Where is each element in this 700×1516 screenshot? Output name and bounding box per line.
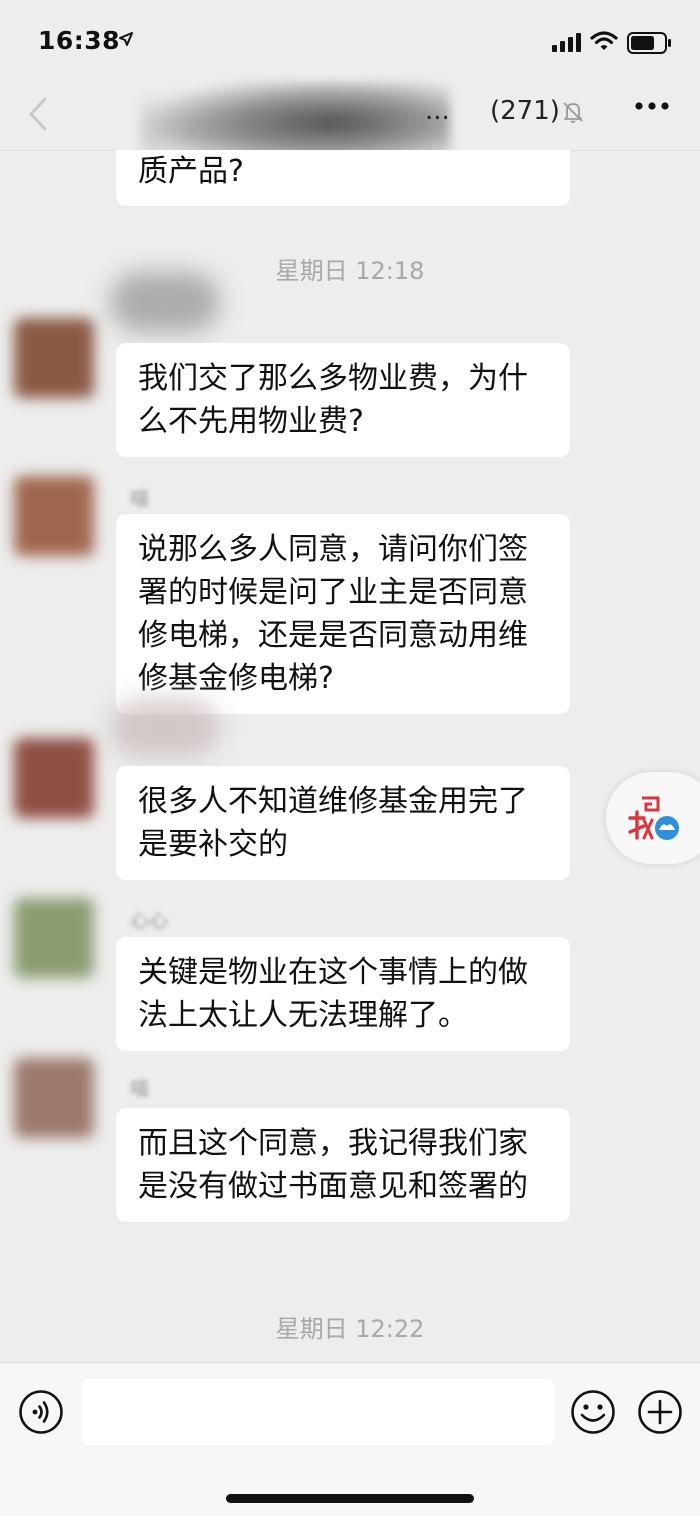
floating-mini-program-bubble[interactable] — [606, 772, 700, 864]
avatar[interactable] — [14, 1058, 94, 1138]
avatar[interactable] — [14, 898, 94, 978]
mini-program-logo-icon — [628, 796, 679, 840]
voice-icon[interactable] — [18, 1389, 64, 1435]
avatar[interactable] — [14, 318, 94, 398]
avatar[interactable] — [14, 738, 94, 818]
status-bar: 16:38 — [0, 0, 700, 82]
sender-name: 心心 — [130, 910, 169, 932]
more-dots-icon[interactable] — [634, 100, 670, 112]
redacted-sender — [110, 698, 220, 758]
emoji-icon[interactable] — [570, 1389, 616, 1435]
message-list[interactable]: 质产品? 星期日 12:18 我们交了那么多物业费，为什么不先用物业费? 喵 说… — [0, 150, 700, 1362]
bell-off-icon — [563, 102, 583, 123]
chevron-left-icon[interactable] — [28, 96, 48, 132]
status-time: 16:38 — [38, 26, 121, 55]
message-bubble[interactable]: 而且这个同意，我记得我们家是没有做过书面意见和签署的 — [116, 1108, 570, 1222]
cellular-signal-icon — [552, 33, 581, 52]
battery-icon — [627, 32, 671, 54]
member-count: (271) — [490, 96, 560, 126]
input-bar — [0, 1362, 700, 1516]
chat-header: ... (271) — [0, 82, 700, 172]
plus-icon[interactable] — [637, 1389, 683, 1435]
message-bubble[interactable]: 很多人不知道维修基金用完了是要补交的 — [116, 766, 570, 880]
wifi-icon — [590, 31, 618, 50]
timestamp: 星期日 12:22 — [275, 1315, 425, 1343]
message-bubble[interactable]: 我们交了那么多物业费，为什么不先用物业费? — [116, 343, 570, 457]
message-bubble[interactable]: 关键是物业在这个事情上的做法上太让人无法理解了。 — [116, 937, 570, 1051]
redacted-sender — [110, 272, 220, 332]
chat-title[interactable]: ... — [425, 96, 450, 126]
home-indicator[interactable] — [226, 1494, 474, 1503]
avatar[interactable] — [14, 476, 94, 556]
sender-name: 喵 — [130, 488, 150, 510]
message-input[interactable] — [82, 1379, 554, 1445]
message-bubble[interactable]: 质产品? — [116, 150, 570, 206]
sender-name: 喵 — [130, 1078, 150, 1100]
message-bubble[interactable]: 说那么多人同意，请问你们签署的时候是问了业主是否同意修电梯，还是是否同意动用维修… — [116, 514, 570, 714]
timestamp: 星期日 12:18 — [275, 257, 425, 285]
location-arrow-icon — [119, 32, 133, 46]
